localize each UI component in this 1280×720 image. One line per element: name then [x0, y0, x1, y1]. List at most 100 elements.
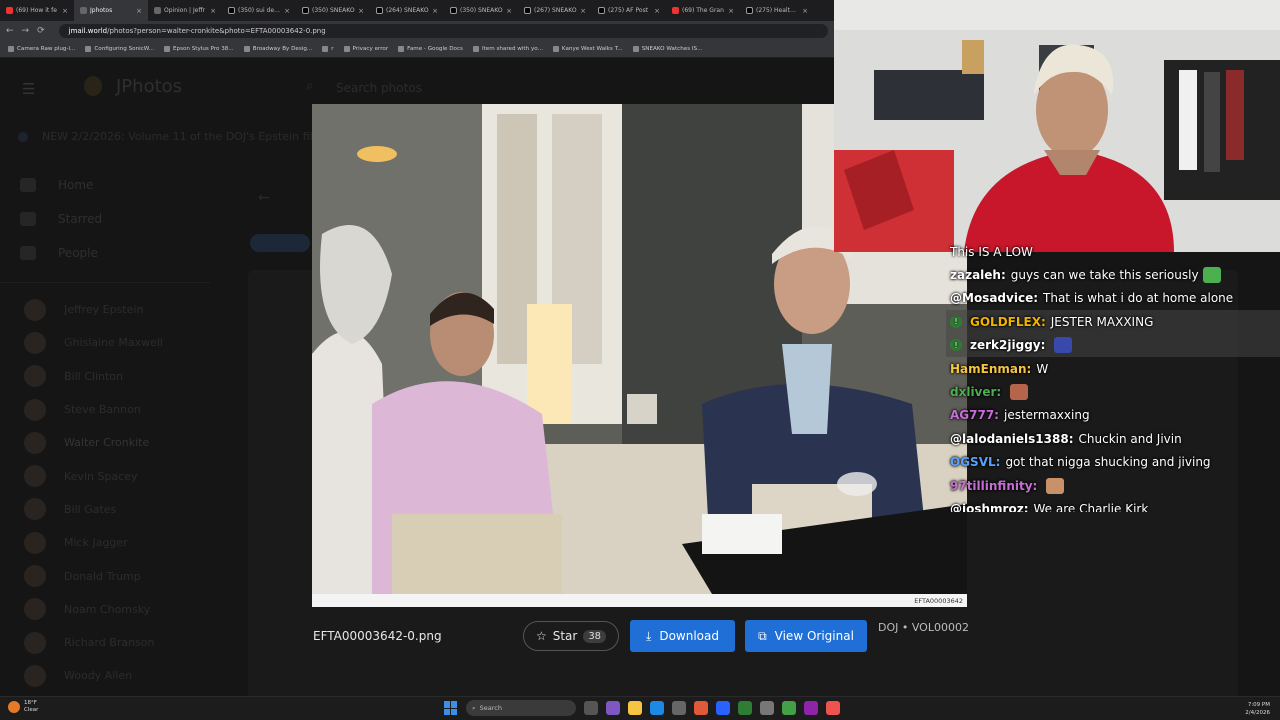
site-logo[interactable]: JPhotos [116, 76, 182, 97]
browser-tab[interactable]: (350) SNEAKO × [296, 0, 370, 21]
browser-tab[interactable]: (267) SNEAKO × [518, 0, 592, 21]
close-icon[interactable]: × [580, 7, 586, 15]
browser-tab[interactable]: (69) The Gran × [666, 0, 740, 21]
taskbar-search[interactable]: ⌕ Search [466, 700, 576, 716]
sidebar-item-starred[interactable]: Starred [0, 202, 220, 236]
bookmark-item[interactable]: SNEAKO Watches IS... [632, 46, 702, 52]
chrome-icon[interactable] [694, 701, 708, 715]
chat-message: zazaleh: guys can we take this seriously [946, 263, 1280, 286]
person-item[interactable]: Bill Gates [0, 493, 220, 526]
person-item[interactable]: Donald Trump [0, 559, 220, 592]
view-original-button[interactable]: ⧉ View Original [745, 620, 867, 652]
person-item[interactable]: Ghislaine Maxwell [0, 326, 220, 359]
bookmark-item[interactable]: Epson Stylus Pro 38... [163, 46, 234, 52]
browser-tab[interactable]: (275) AF Post × [592, 0, 666, 21]
close-icon[interactable]: × [432, 7, 438, 15]
weather-widget[interactable]: 18°F Clear [8, 700, 38, 714]
back-icon[interactable]: ← [6, 26, 14, 36]
app-icon[interactable] [716, 701, 730, 715]
tab-label: Opinion | Jeffr [164, 7, 206, 14]
app-icon[interactable] [826, 701, 840, 715]
person-item[interactable]: Walter Cronkite [0, 426, 220, 459]
home-icon [20, 178, 36, 192]
bookmark-item[interactable]: Privacy error [343, 46, 388, 52]
app-icon[interactable] [804, 701, 818, 715]
sidebar-item-home[interactable]: Home [0, 168, 220, 202]
browser-tab[interactable]: (350) sui dev @ × [222, 0, 296, 21]
excel-icon[interactable] [738, 701, 752, 715]
avatar [24, 431, 46, 454]
task-view-icon[interactable] [584, 701, 598, 715]
bookmark-item[interactable]: Fame - Google Docs [398, 46, 463, 52]
tab-label: (350) sui dev @ [238, 7, 282, 14]
bookmark-item[interactable]: Broadway By Desig... [243, 46, 313, 52]
screen: (69) How it fe × Jphotos × Opinion | Jeffr ×(… [0, 0, 1280, 720]
url-path: /photos?person=walter-cronkite&photo=EFT… [107, 27, 326, 35]
app-icon[interactable] [760, 701, 774, 715]
browser-tab[interactable]: (275) Health & × [740, 0, 814, 21]
emote-icon [1202, 267, 1221, 284]
close-icon[interactable]: × [654, 7, 660, 15]
announcement-banner[interactable]: NEW 2/2/2026: Volume 11 of the DOJ's Eps… [42, 130, 325, 143]
person-item[interactable]: Jeffrey Epstein [0, 293, 220, 326]
close-icon[interactable]: × [210, 7, 216, 15]
chat-text: got that nigga shucking and jiving [1005, 455, 1211, 470]
bookmark-item[interactable]: r [322, 46, 334, 52]
close-icon[interactable]: × [728, 7, 734, 15]
view-original-label: View Original [774, 629, 854, 643]
bookmark-item[interactable]: Configuring SonicW... [85, 46, 154, 52]
sidebar-item-label: People [58, 246, 98, 260]
download-button[interactable]: ⤓ Download [630, 620, 735, 652]
bookmark-item[interactable]: Kanye West Walks T... [552, 46, 623, 52]
emote-icon [1010, 384, 1029, 401]
person-item[interactable]: Woody Allen [0, 659, 220, 692]
close-icon[interactable]: × [506, 7, 512, 15]
person-name: Mick Jagger [64, 536, 128, 550]
person-item[interactable]: Richard Branson [0, 626, 220, 659]
person-item[interactable]: Bill Clinton [0, 360, 220, 393]
search-icon: ⌕ [306, 78, 314, 94]
person-item[interactable]: Steve Bannon [0, 393, 220, 426]
person-chip[interactable] [250, 234, 310, 252]
browser-tab[interactable]: (350) SNEAKO × [444, 0, 518, 21]
start-icon[interactable] [444, 701, 458, 715]
close-icon[interactable]: × [284, 7, 290, 15]
close-icon[interactable]: × [802, 7, 808, 15]
bookmark-label: Epson Stylus Pro 38... [172, 46, 234, 52]
avatar [24, 531, 46, 554]
browser-tab[interactable]: (264) SNEAKO × [370, 0, 444, 21]
browser-tab[interactable]: (69) How it fe × [0, 0, 74, 21]
forward-icon[interactable]: → [22, 26, 30, 36]
chat-username: zerk2jiggy: [970, 338, 1046, 353]
close-icon[interactable]: × [358, 7, 364, 15]
file-explorer-icon[interactable] [628, 701, 642, 715]
page-icon [80, 7, 87, 14]
bookmark-item[interactable]: Item shared with yo... [472, 46, 543, 52]
url-field[interactable]: jmail.world/photos?person=walter-cronkit… [58, 24, 828, 38]
menu-icon[interactable]: ☰ [22, 80, 35, 98]
person-item[interactable]: Mick Jagger [0, 526, 220, 559]
search-input[interactable]: Search photos [336, 81, 422, 95]
star-button[interactable]: ☆ Star 38 [523, 621, 619, 651]
person-item[interactable]: Kevin Spacey [0, 459, 220, 492]
store-icon[interactable] [672, 701, 686, 715]
star-label: Star [552, 629, 578, 643]
chat-username: @lalodaniels1388: [950, 431, 1074, 446]
bookmark-item[interactable]: Camera Raw plug-i... [8, 46, 75, 52]
bookmark-label: Broadway By Desig... [252, 46, 313, 52]
sidebar-item-people[interactable]: People [0, 236, 220, 270]
app-icon[interactable] [782, 701, 796, 715]
edge-icon[interactable] [650, 701, 664, 715]
close-icon[interactable]: × [62, 7, 68, 15]
person-item[interactable]: Noam Chomsky [0, 593, 220, 626]
close-icon[interactable]: × [136, 7, 142, 15]
back-arrow-icon[interactable]: ← [258, 190, 270, 206]
chat-message: ! zerk2jiggy: [946, 333, 1280, 357]
search-icon: ⌕ [472, 703, 476, 712]
system-clock[interactable]: 7:09 PM 2/4/2026 [1245, 701, 1270, 717]
person-name: Donald Trump [64, 569, 141, 583]
copilot-icon[interactable] [606, 701, 620, 715]
browser-tab[interactable]: Opinion | Jeffr × [148, 0, 222, 21]
browser-tab[interactable]: Jphotos × [74, 0, 148, 21]
reload-icon[interactable]: ⟳ [37, 26, 45, 36]
